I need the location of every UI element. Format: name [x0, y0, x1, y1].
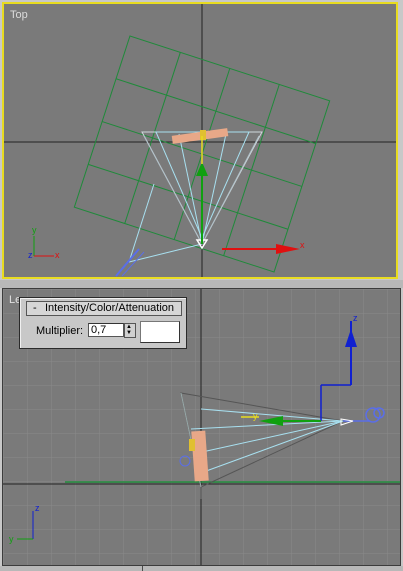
multiplier-label: Multiplier: [36, 325, 84, 337]
viewport-divider[interactable] [0, 280, 403, 288]
multiplier-spinner[interactable]: ▲ ▼ [124, 323, 136, 338]
gizmo-x-label: x [300, 240, 305, 250]
rollout-header[interactable]: - Intensity/Color/Attenuation [26, 301, 182, 316]
tripod-y-label: y [32, 225, 37, 235]
intensity-rollout: - Intensity/Color/Attenuation Multiplier… [19, 297, 187, 349]
collapse-icon[interactable]: - [33, 302, 37, 315]
viewport-top[interactable]: x y x z Top [2, 2, 398, 279]
bottom-strip [0, 566, 403, 571]
multiplier-input[interactable]: 0,7 [88, 323, 124, 337]
axis-tripod-top: y x z [28, 225, 60, 260]
target-marker [200, 130, 206, 140]
tripod-x-label: x [55, 250, 60, 260]
rollout-title: Intensity/Color/Attenuation [45, 302, 175, 314]
viewport-top-label[interactable]: Top [10, 9, 28, 21]
tripod-z-label: z [28, 250, 33, 260]
spinner-down-icon[interactable]: ▼ [126, 330, 132, 336]
target-marker-side [189, 439, 195, 451]
tripod-y-label: y [9, 534, 14, 544]
gizmo-z-label: z [353, 313, 358, 323]
strip-tick [142, 566, 143, 571]
tripod-z-label: z [35, 503, 40, 513]
light-color-swatch[interactable] [140, 321, 180, 343]
viewport-top-canvas[interactable]: x y x z [4, 4, 396, 277]
gizmo-y-label: y [253, 411, 258, 421]
